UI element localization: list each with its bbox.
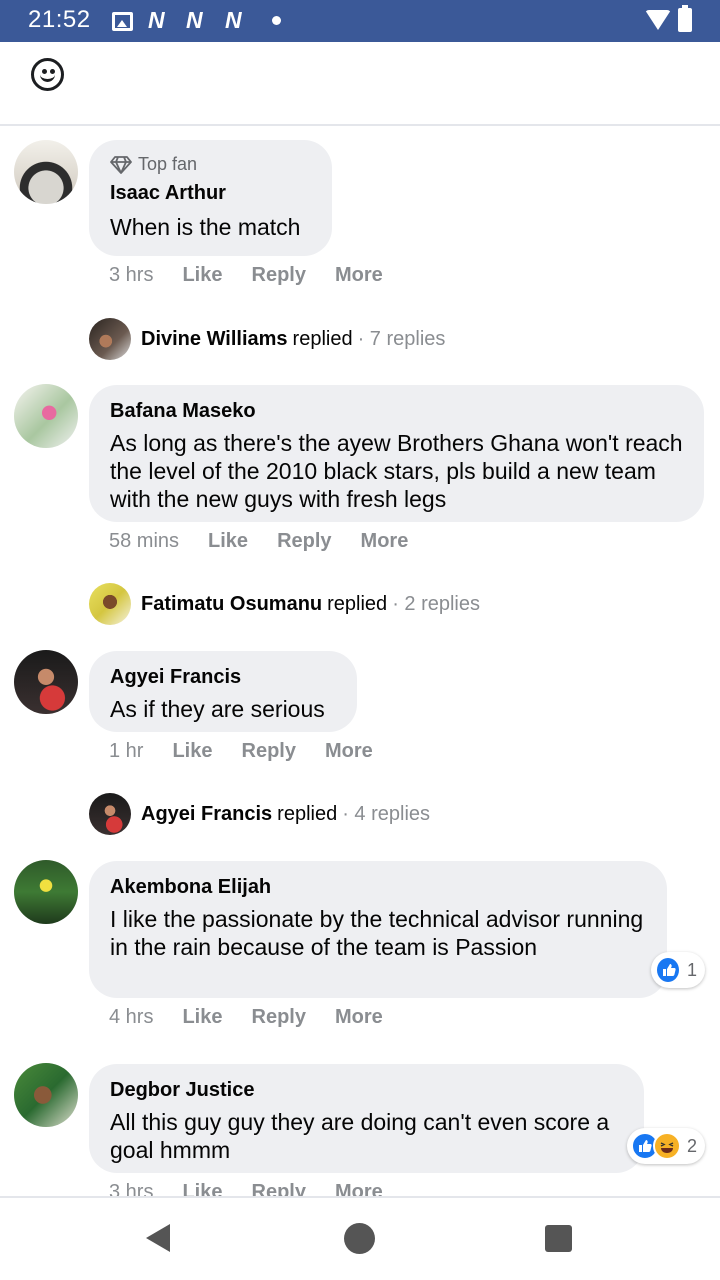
- like-button[interactable]: Like: [172, 740, 212, 763]
- comment-author[interactable]: Agyei Francis: [110, 665, 337, 689]
- comment-bubble: Akembona Elijah I like the passionate by…: [89, 861, 667, 998]
- avatar: [89, 318, 131, 360]
- image-icon: [112, 12, 133, 31]
- reply-button[interactable]: Reply: [242, 740, 296, 763]
- comment-bubble: Top fan Isaac Arthur When is the match: [89, 140, 332, 256]
- comment-actions: 1 hr Like Reply More: [109, 740, 402, 763]
- replied-word: replied: [277, 802, 338, 825]
- more-button[interactable]: More: [335, 1006, 383, 1029]
- top-bar: [0, 42, 720, 126]
- like-icon: [655, 956, 681, 984]
- comment-time[interactable]: 58 mins: [109, 530, 179, 553]
- comment-text: As if they are serious: [110, 696, 325, 722]
- comment-bubble: Agyei Francis As if they are serious: [89, 651, 357, 732]
- comment-bubble: Degbor Justice All this guy guy they are…: [89, 1064, 644, 1173]
- home-icon[interactable]: [344, 1223, 375, 1254]
- reactions-badge[interactable]: 2: [627, 1128, 705, 1164]
- comment-time[interactable]: 3 hrs: [109, 264, 153, 287]
- comment-author[interactable]: Isaac Arthur: [110, 181, 312, 205]
- smiley-icon[interactable]: [31, 58, 64, 91]
- avatar[interactable]: [14, 1063, 78, 1127]
- avatar[interactable]: [14, 140, 78, 204]
- avatar[interactable]: [14, 384, 78, 448]
- replies-summary[interactable]: Divine Williams replied · 7 replies: [89, 318, 445, 360]
- top-fan-badge: Top fan: [110, 154, 312, 175]
- replier-name: Agyei Francis: [141, 802, 273, 825]
- n-icon: N: [186, 7, 203, 33]
- like-button[interactable]: Like: [208, 530, 248, 553]
- comment-actions: 4 hrs Like Reply More: [109, 1006, 412, 1029]
- comment-bubble: Bafana Maseko As long as there's the aye…: [89, 385, 704, 522]
- comment-author[interactable]: Akembona Elijah: [110, 875, 647, 899]
- reply-button[interactable]: Reply: [252, 1006, 306, 1029]
- reactions-badge[interactable]: 1: [651, 952, 705, 988]
- comment-actions: 3 hrs Like Reply More: [109, 1181, 412, 1196]
- comment-actions: 58 mins Like Reply More: [109, 530, 437, 553]
- avatar[interactable]: [14, 860, 78, 924]
- reaction-count: 1: [686, 959, 697, 980]
- wifi-icon: [645, 10, 671, 30]
- comment-author[interactable]: Bafana Maseko: [110, 399, 684, 423]
- diamond-icon: [110, 155, 132, 174]
- status-time: 21:52: [28, 6, 91, 33]
- replies-summary[interactable]: Agyei Francis replied · 4 replies: [89, 793, 430, 835]
- like-button[interactable]: Like: [182, 1006, 222, 1029]
- comment-actions: 3 hrs Like Reply More: [109, 264, 412, 287]
- comment-time[interactable]: 3 hrs: [109, 1181, 153, 1196]
- replier-name: Fatimatu Osumanu: [141, 592, 323, 615]
- like-button[interactable]: Like: [182, 264, 222, 287]
- reply-button[interactable]: Reply: [252, 264, 306, 287]
- comment-time[interactable]: 1 hr: [109, 740, 143, 763]
- like-button[interactable]: Like: [182, 1181, 222, 1196]
- comment-text: As long as there's the ayew Brothers Gha…: [110, 430, 683, 512]
- reply-count: · 7 replies: [357, 327, 446, 350]
- avatar[interactable]: [14, 650, 78, 714]
- back-icon[interactable]: [146, 1224, 170, 1252]
- reply-count: · 2 replies: [392, 592, 480, 615]
- badge-label: Top fan: [138, 154, 198, 174]
- comment-author[interactable]: Degbor Justice: [110, 1078, 624, 1102]
- dot-icon: [272, 16, 281, 25]
- recent-apps-icon[interactable]: [545, 1225, 572, 1252]
- more-button[interactable]: More: [361, 530, 409, 553]
- avatar: [89, 793, 131, 835]
- reply-button[interactable]: Reply: [252, 1181, 306, 1196]
- comments-feed[interactable]: Top fan Isaac Arthur When is the match 3…: [0, 128, 720, 1196]
- status-bar: 21:52 N N N: [0, 0, 720, 42]
- replier-name: Divine Williams: [141, 327, 288, 350]
- more-button[interactable]: More: [335, 1181, 383, 1196]
- n-icon: N: [225, 7, 242, 33]
- replied-word: replied: [292, 327, 353, 350]
- reaction-count: 2: [687, 1135, 698, 1156]
- haha-icon: [653, 1132, 681, 1160]
- more-button[interactable]: More: [325, 740, 373, 763]
- reply-count: · 4 replies: [342, 802, 431, 825]
- comment-text: When is the match: [110, 214, 301, 240]
- avatar: [89, 583, 131, 625]
- replies-summary[interactable]: Fatimatu Osumanu replied · 2 replies: [89, 583, 480, 625]
- more-button[interactable]: More: [335, 264, 383, 287]
- comment-text: All this guy guy they are doing can't ev…: [110, 1109, 610, 1163]
- comment-text: I like the passionate by the technical a…: [110, 906, 644, 960]
- comment-time[interactable]: 4 hrs: [109, 1006, 153, 1029]
- replied-word: replied: [327, 592, 388, 615]
- reply-button[interactable]: Reply: [277, 530, 331, 553]
- battery-icon: [678, 5, 692, 32]
- n-icon: N: [148, 7, 165, 33]
- navigation-bar: [0, 1196, 720, 1280]
